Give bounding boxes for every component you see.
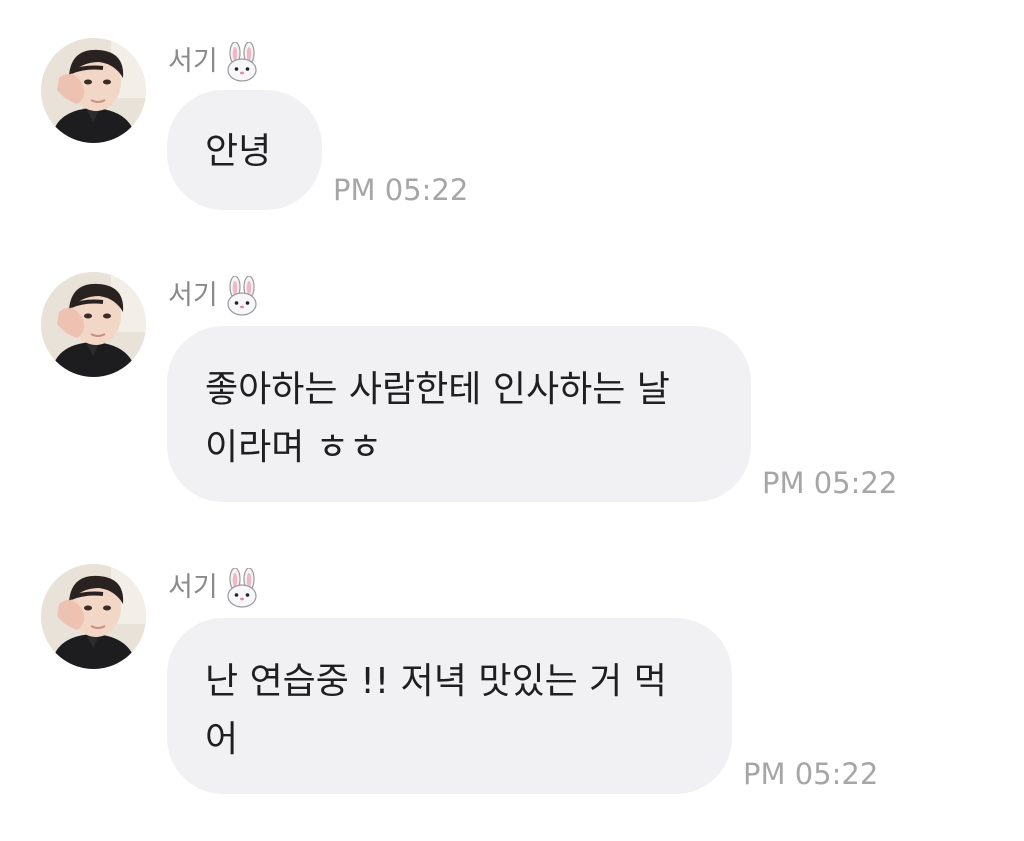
message-bubble[interactable]: 안녕 <box>167 90 322 210</box>
message-timestamp: PM 05:22 <box>762 466 898 500</box>
rabbit-face-icon <box>224 42 260 82</box>
avatar-photo <box>41 272 146 377</box>
message-text-line: 난 연습중 !! 저녁 맛있는 거 먹 <box>205 661 667 702</box>
sender-name-text: 서기 <box>168 46 218 77</box>
message-text-line: 이라며 ㅎㅎ <box>205 427 383 468</box>
sender-name: 서기 <box>168 44 260 80</box>
avatar[interactable] <box>41 564 146 669</box>
avatar[interactable] <box>41 38 146 143</box>
avatar[interactable] <box>41 272 146 377</box>
sender-name-text: 서기 <box>168 280 218 311</box>
rabbit-face-icon <box>224 276 260 316</box>
message-text-line: 안녕 <box>205 131 272 172</box>
avatar-photo <box>41 564 146 669</box>
message-bubble[interactable]: 좋아하는 사람한테 인사하는 날 이라며 ㅎㅎ <box>167 326 751 502</box>
sender-name-text: 서기 <box>168 572 218 603</box>
sender-name: 서기 <box>168 570 260 606</box>
chat-screen: { "messages": [ { "sender": "서기", "sende… <box>0 0 1024 841</box>
avatar-photo <box>41 38 146 143</box>
message-bubble[interactable]: 난 연습중 !! 저녁 맛있는 거 먹 어 <box>167 618 732 794</box>
message-text-line: 좋아하는 사람한테 인사하는 날 <box>205 369 670 410</box>
sender-name: 서기 <box>168 278 260 314</box>
rabbit-face-icon <box>224 568 260 608</box>
message-timestamp: PM 05:22 <box>743 757 879 791</box>
message-timestamp: PM 05:22 <box>333 173 469 207</box>
message-text-line: 어 <box>205 719 239 760</box>
